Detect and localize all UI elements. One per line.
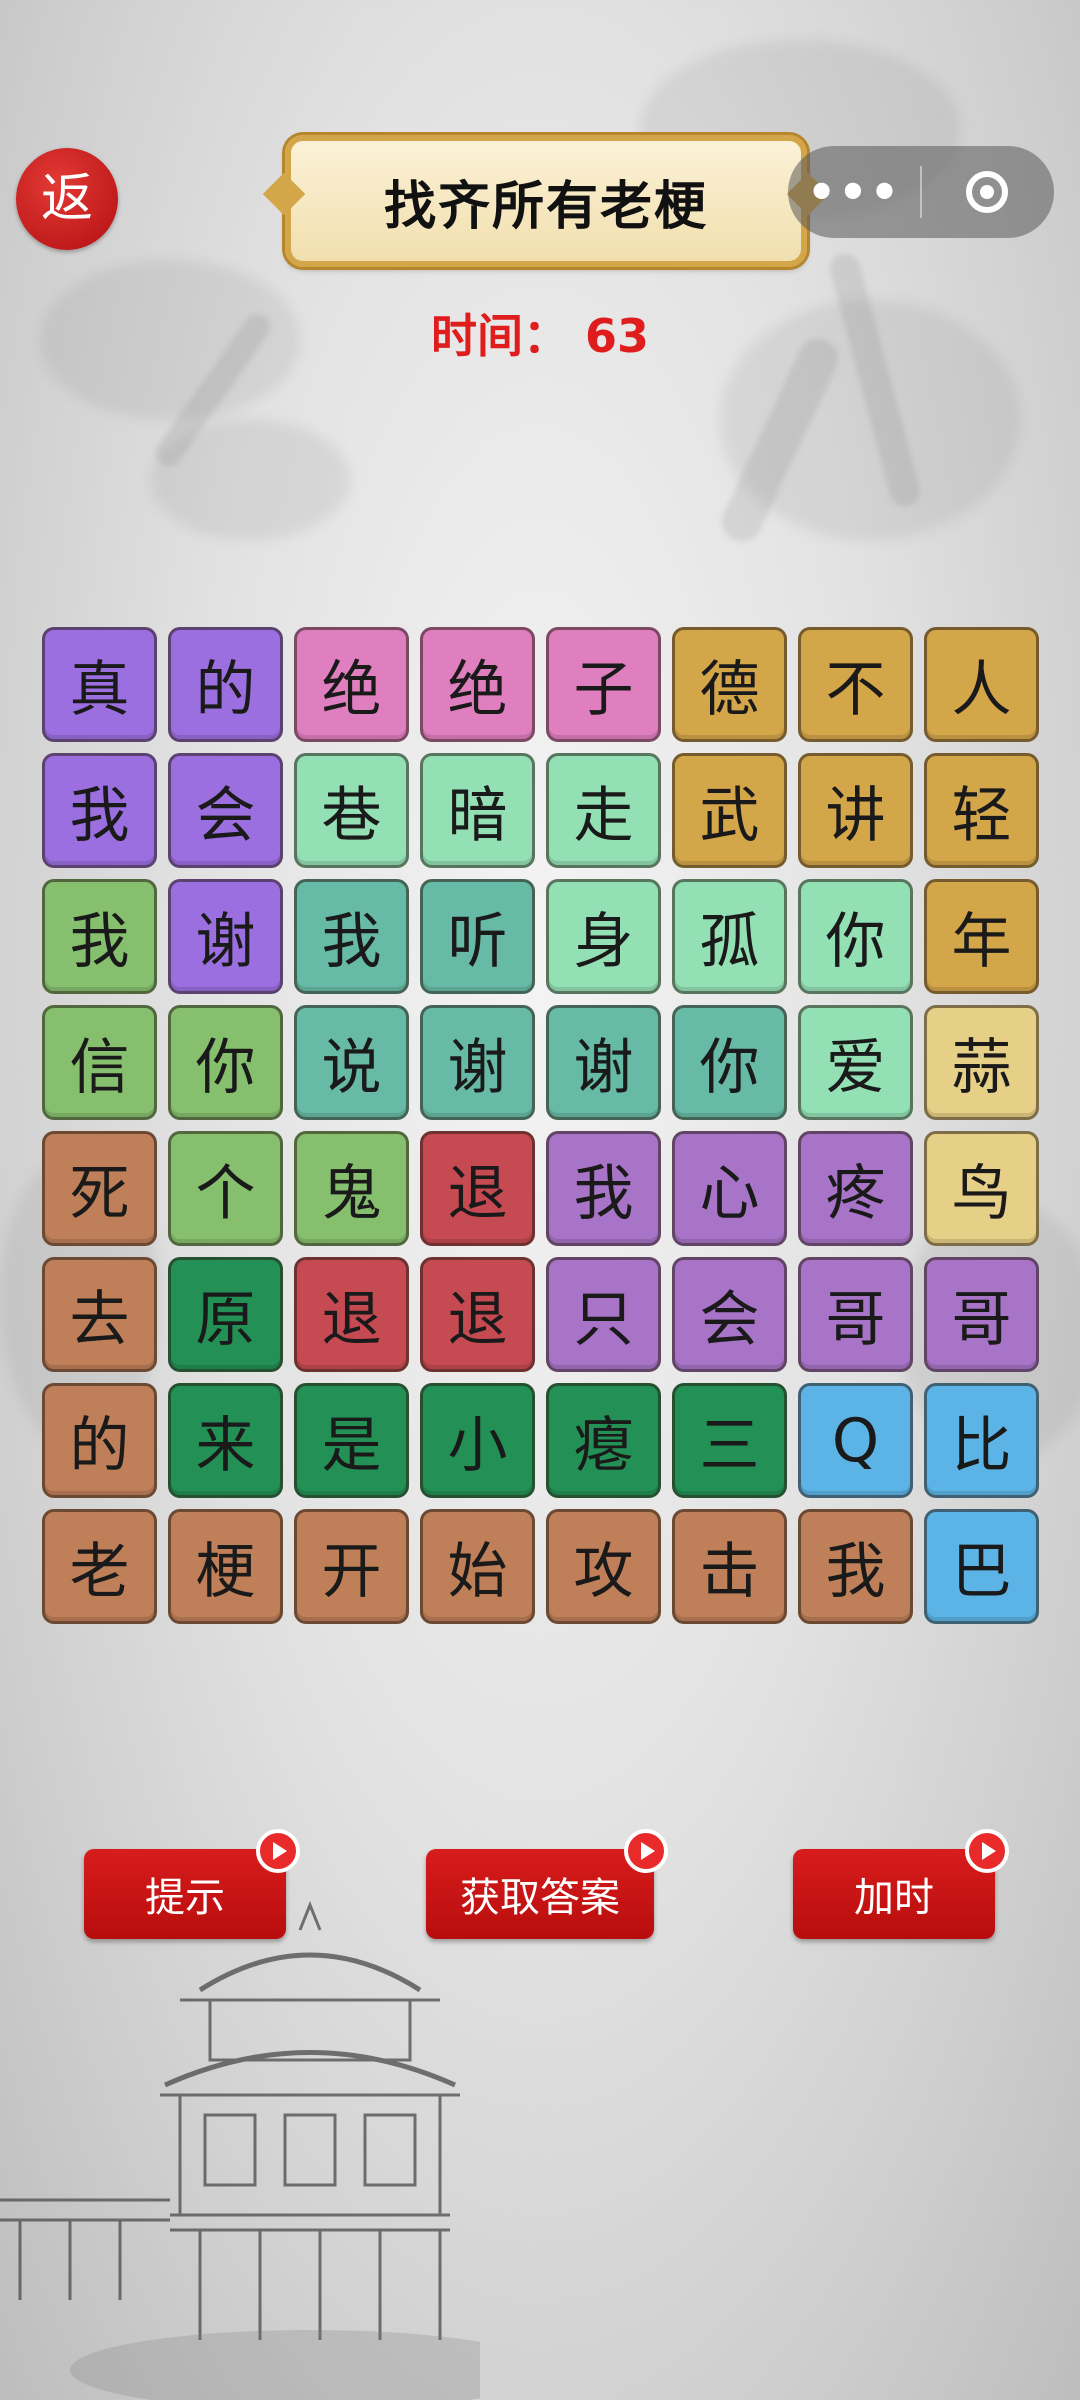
char-tile[interactable]: 听: [420, 879, 535, 994]
char-tile[interactable]: 年: [924, 879, 1039, 994]
char-tile[interactable]: 绝: [294, 627, 409, 742]
more-dots-icon[interactable]: •••: [788, 152, 920, 232]
char-tile[interactable]: 武: [672, 753, 787, 868]
char-tile[interactable]: 会: [168, 753, 283, 868]
char-tile[interactable]: 谢: [546, 1005, 661, 1120]
char-tile[interactable]: 瘪: [546, 1383, 661, 1498]
char-tile[interactable]: 心: [672, 1131, 787, 1246]
char-tile[interactable]: 是: [294, 1383, 409, 1498]
char-tile[interactable]: 轻: [924, 753, 1039, 868]
page-title: 找齐所有老梗: [383, 176, 708, 237]
char-tile[interactable]: 讲: [798, 753, 913, 868]
char-tile[interactable]: 谢: [420, 1005, 535, 1120]
char-tile[interactable]: 三: [672, 1383, 787, 1498]
char-tile[interactable]: 鬼: [294, 1131, 409, 1246]
play-icon: [965, 1829, 1009, 1873]
char-tile[interactable]: 子: [546, 627, 661, 742]
char-tile[interactable]: 我: [42, 879, 157, 994]
title-banner: 找齐所有老梗: [285, 135, 807, 267]
char-tile[interactable]: 攻: [546, 1509, 661, 1624]
char-tile[interactable]: 人: [924, 627, 1039, 742]
add-time-button-label: 加时: [854, 1875, 934, 1921]
char-tile[interactable]: 鸟: [924, 1131, 1039, 1246]
close-target-icon[interactable]: [922, 171, 1052, 213]
char-tile[interactable]: 始: [420, 1509, 535, 1624]
word-grid: 真的绝绝子德不人我会巷暗走武讲轻我谢我听身孤你年信你说谢谢你爱蒜死个鬼退我心疼鸟…: [42, 627, 1040, 1625]
char-tile[interactable]: 谢: [168, 879, 283, 994]
char-tile[interactable]: 疼: [798, 1131, 913, 1246]
char-tile[interactable]: 死: [42, 1131, 157, 1246]
char-tile[interactable]: 巴: [924, 1509, 1039, 1624]
char-tile[interactable]: 只: [546, 1257, 661, 1372]
char-tile[interactable]: 比: [924, 1383, 1039, 1498]
char-tile[interactable]: 我: [42, 753, 157, 868]
char-tile[interactable]: 击: [672, 1509, 787, 1624]
char-tile[interactable]: 原: [168, 1257, 283, 1372]
char-tile[interactable]: 哥: [924, 1257, 1039, 1372]
mini-program-capsule: •••: [788, 146, 1054, 238]
play-icon: [624, 1829, 668, 1873]
char-tile[interactable]: 去: [42, 1257, 157, 1372]
char-tile[interactable]: 老: [42, 1509, 157, 1624]
char-tile[interactable]: 真: [42, 627, 157, 742]
char-tile[interactable]: 身: [546, 879, 661, 994]
char-tile[interactable]: 德: [672, 627, 787, 742]
char-tile[interactable]: 小: [420, 1383, 535, 1498]
char-tile[interactable]: 来: [168, 1383, 283, 1498]
get-answer-button-label: 获取答案: [460, 1875, 620, 1921]
char-tile[interactable]: 我: [294, 879, 409, 994]
char-tile[interactable]: 你: [168, 1005, 283, 1120]
char-tile[interactable]: 会: [672, 1257, 787, 1372]
char-tile[interactable]: 退: [420, 1131, 535, 1246]
char-tile[interactable]: 巷: [294, 753, 409, 868]
char-tile[interactable]: 开: [294, 1509, 409, 1624]
char-tile[interactable]: 你: [798, 879, 913, 994]
char-tile[interactable]: 走: [546, 753, 661, 868]
char-tile[interactable]: 爱: [798, 1005, 913, 1120]
char-tile[interactable]: 梗: [168, 1509, 283, 1624]
char-tile[interactable]: 我: [546, 1131, 661, 1246]
char-tile[interactable]: 个: [168, 1131, 283, 1246]
back-button[interactable]: 返: [16, 148, 118, 250]
char-tile[interactable]: 哥: [798, 1257, 913, 1372]
char-tile[interactable]: 的: [168, 627, 283, 742]
char-tile[interactable]: 孤: [672, 879, 787, 994]
char-tile[interactable]: 信: [42, 1005, 157, 1120]
char-tile[interactable]: 你: [672, 1005, 787, 1120]
char-tile[interactable]: 的: [42, 1383, 157, 1498]
play-icon: [256, 1829, 300, 1873]
char-tile[interactable]: 不: [798, 627, 913, 742]
char-tile[interactable]: 退: [294, 1257, 409, 1372]
timer-display: 时间： 63: [430, 309, 650, 363]
char-tile[interactable]: Q: [798, 1383, 913, 1498]
char-tile[interactable]: 暗: [420, 753, 535, 868]
char-tile[interactable]: 说: [294, 1005, 409, 1120]
char-tile[interactable]: 绝: [420, 627, 535, 742]
char-tile[interactable]: 蒜: [924, 1005, 1039, 1120]
pavilion-illustration: [0, 1900, 480, 2400]
char-tile[interactable]: 退: [420, 1257, 535, 1372]
char-tile[interactable]: 我: [798, 1509, 913, 1624]
add-time-button[interactable]: 加时: [793, 1829, 1009, 1939]
